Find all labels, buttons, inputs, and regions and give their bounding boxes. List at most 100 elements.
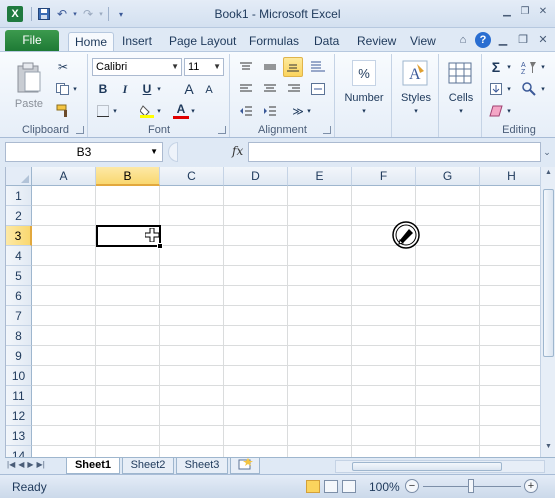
clear-icon[interactable] — [487, 102, 505, 120]
row-header-5[interactable]: 5 — [6, 266, 32, 286]
horizontal-scroll-thumb[interactable] — [352, 462, 502, 471]
bold-button[interactable]: B — [95, 80, 111, 98]
vertical-scroll-thumb[interactable] — [543, 189, 554, 357]
row-header-9[interactable]: 9 — [6, 346, 32, 366]
zoom-slider-thumb[interactable] — [468, 479, 474, 493]
tab-view[interactable]: View — [404, 32, 442, 52]
page-break-view-icon[interactable] — [342, 480, 356, 493]
column-header-e[interactable]: E — [288, 167, 352, 186]
shrink-font-button[interactable]: A — [201, 81, 217, 99]
tab-insert[interactable]: Insert — [116, 32, 158, 52]
paste-icon[interactable] — [12, 58, 46, 98]
column-header-b[interactable]: B — [96, 167, 160, 186]
minimize-icon[interactable]: ▁ — [499, 5, 515, 19]
find-dropdown-icon[interactable]: ▾ — [539, 80, 547, 98]
wrap-dropdown-icon[interactable]: ▾ — [305, 102, 313, 120]
insert-sheet-icon[interactable] — [230, 458, 260, 474]
styles-button-label[interactable]: Styles — [393, 92, 439, 104]
next-sheet-icon[interactable]: ▶ — [27, 460, 33, 469]
zoom-out-button[interactable]: − — [405, 479, 419, 493]
grow-font-button[interactable]: A — [181, 80, 197, 98]
row-header-1[interactable]: 1 — [6, 186, 32, 206]
number-format-button[interactable]: % — [352, 60, 376, 86]
vertical-scrollbar[interactable]: ▲ ▼ — [540, 167, 555, 457]
column-header-f[interactable]: F — [352, 167, 416, 186]
row-header-13[interactable]: 13 — [6, 426, 32, 446]
font-color-dropdown-icon[interactable]: ▾ — [189, 102, 197, 120]
align-bottom-button[interactable] — [283, 57, 303, 77]
cut-icon[interactable]: ✂ — [54, 58, 72, 76]
orientation-icon[interactable] — [309, 58, 327, 76]
align-middle-icon[interactable] — [261, 58, 279, 76]
column-header-a[interactable]: A — [32, 167, 96, 186]
autosum-button[interactable]: Σ — [487, 58, 505, 76]
row-header-2[interactable]: 2 — [6, 206, 32, 226]
scroll-down-icon[interactable]: ▼ — [543, 443, 554, 455]
sort-dropdown-icon[interactable]: ▾ — [539, 58, 547, 76]
increase-indent-icon[interactable] — [261, 102, 279, 120]
row-header-12[interactable]: 12 — [6, 406, 32, 426]
column-header-h[interactable]: H — [480, 167, 540, 186]
font-size-combo[interactable]: 11 ▼ — [184, 58, 224, 76]
zoom-in-button[interactable]: + — [524, 479, 538, 493]
align-top-icon[interactable] — [237, 58, 255, 76]
clipboard-launcher-icon[interactable] — [76, 126, 84, 134]
formula-input[interactable] — [248, 142, 541, 162]
sheet-tab-sheet3[interactable]: Sheet3 — [176, 458, 228, 474]
styles-dropdown-icon[interactable]: ▾ — [412, 106, 420, 116]
tab-formulas[interactable]: Formulas — [243, 32, 305, 52]
tab-review[interactable]: Review — [351, 32, 402, 52]
sort-filter-icon[interactable]: AZ — [519, 58, 539, 76]
row-header-8[interactable]: 8 — [6, 326, 32, 346]
fill-color-dropdown-icon[interactable]: ▾ — [155, 102, 163, 120]
row-header-7[interactable]: 7 — [6, 306, 32, 326]
autosum-dropdown-icon[interactable]: ▾ — [505, 58, 513, 76]
font-launcher-icon[interactable] — [218, 126, 226, 134]
sheet-tab-sheet1[interactable]: Sheet1 — [66, 458, 120, 474]
find-select-icon[interactable] — [519, 80, 539, 98]
sheet-tab-sheet2[interactable]: Sheet2 — [122, 458, 174, 474]
column-header-g[interactable]: G — [416, 167, 480, 186]
row-header-3[interactable]: 3 — [6, 226, 32, 246]
normal-view-icon[interactable] — [306, 480, 320, 493]
align-right-icon[interactable] — [285, 80, 303, 98]
name-box[interactable]: B3 ▼ — [5, 142, 163, 162]
fill-color-icon[interactable] — [139, 102, 155, 120]
column-header-d[interactable]: D — [224, 167, 288, 186]
borders-dropdown-icon[interactable]: ▾ — [111, 102, 119, 120]
row-header-4[interactable]: 4 — [6, 246, 32, 266]
underline-dropdown-icon[interactable]: ▾ — [155, 80, 163, 98]
minimize-ribbon-icon[interactable]: ⌂ — [455, 32, 471, 48]
close-icon[interactable]: ✕ — [535, 5, 551, 19]
page-layout-view-icon[interactable] — [324, 480, 338, 493]
fill-dropdown-icon[interactable]: ▾ — [505, 80, 513, 98]
workbook-minimize-icon[interactable]: ▁ — [495, 32, 511, 48]
restore-icon[interactable]: ❐ — [517, 5, 533, 19]
insert-function-button[interactable]: fx — [232, 144, 243, 158]
alignment-launcher-icon[interactable] — [323, 126, 331, 134]
row-header-6[interactable]: 6 — [6, 286, 32, 306]
underline-button[interactable]: U — [139, 80, 155, 98]
styles-icon[interactable]: A — [401, 58, 429, 88]
cells-dropdown-icon[interactable]: ▾ — [457, 106, 465, 116]
number-button-label[interactable]: Number — [336, 92, 392, 104]
expand-formula-bar-icon[interactable]: ⌄ — [541, 142, 553, 162]
clear-dropdown-icon[interactable]: ▾ — [505, 102, 513, 120]
zoom-level[interactable]: 100% — [369, 480, 400, 494]
tab-page-layout[interactable]: Page Layout — [163, 32, 242, 52]
workbook-restore-icon[interactable]: ❐ — [515, 32, 531, 48]
row-header-11[interactable]: 11 — [6, 386, 32, 406]
borders-icon[interactable] — [95, 102, 111, 120]
font-name-combo[interactable]: Calibri ▼ — [92, 58, 182, 76]
cells-icon[interactable] — [446, 58, 474, 88]
fill-handle[interactable] — [157, 243, 163, 249]
column-header-c[interactable]: C — [160, 167, 224, 186]
fill-icon[interactable] — [487, 80, 505, 98]
format-painter-icon[interactable] — [54, 102, 72, 120]
italic-button[interactable]: I — [117, 80, 133, 98]
horizontal-scrollbar[interactable] — [335, 460, 545, 473]
first-sheet-icon[interactable]: |◀ — [7, 460, 15, 469]
font-color-button[interactable]: A — [173, 101, 189, 119]
formula-splitter[interactable] — [168, 142, 178, 162]
workbook-close-icon[interactable]: ✕ — [535, 32, 551, 48]
